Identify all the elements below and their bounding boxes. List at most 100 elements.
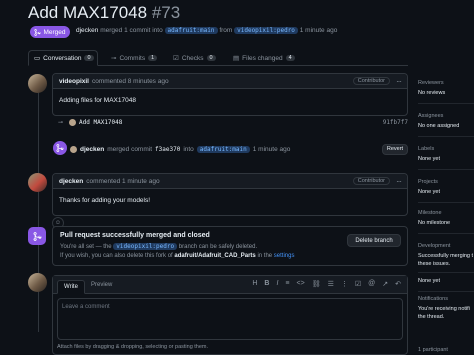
comment-meta: commented 8 minutes ago [91,77,169,85]
sidebar-reviewers[interactable]: Reviewers No reviews [418,80,474,104]
sidebar-heading: Milestone [418,210,442,216]
comment-card: videopixil commented 8 minutes ago Contr… [52,73,408,116]
sidebar-projects[interactable]: Projects None yet [418,179,474,203]
numbered-list-icon[interactable]: ⋮ [341,280,348,288]
commit-row: ⊸ Add MAX17048 91fb7f7 [58,116,408,128]
tab-conversation[interactable]: ▭ Conversation 0 [28,50,98,66]
comment-editor: Write Preview H B I ≡ <> ⛓ ☰ ⋮ ☑ @ ↗ ↶ L… [52,275,408,355]
status-label: Merged [43,28,66,36]
avatar[interactable] [28,74,47,93]
tab-label: Commits [119,54,146,62]
merged-box-line2: If you wish, you can also delete this fo… [60,253,294,259]
commit-message[interactable]: Add MAX17048 [79,119,122,126]
avatar[interactable] [28,173,47,192]
avatar[interactable] [28,273,47,292]
sidebar-milestone[interactable]: Milestone No milestone [418,210,474,234]
merge-icon [33,231,41,241]
status-badge: Merged [30,26,70,38]
commit-icon: ⊸ [111,55,117,62]
line2-text: If you wish, you can also delete this fo… [60,253,173,259]
sidebar-value: None yet [418,278,441,284]
bullet-list-icon[interactable]: ☰ [328,280,334,288]
settings-link[interactable]: settings [274,253,295,259]
sidebar-development[interactable]: Development Successfully merging t these… [418,243,474,273]
tab-checks[interactable]: ☑ Checks 0 [168,50,228,66]
merged-box-title: Pull request successfully merged and clo… [60,232,210,239]
merge-time: 1 minute ago [252,145,291,153]
sidebar-labels[interactable]: Labels None yet [418,146,474,170]
tab-files-changed[interactable]: ▤ Files changed 4 [228,50,318,66]
avatar[interactable] [69,118,77,126]
tab-preview[interactable]: Preview [91,282,112,288]
tab-commits[interactable]: ⊸ Commits 1 [106,50,166,66]
comment-author[interactable]: djecken [59,178,83,185]
tab-count: 4 [285,55,295,61]
pr-subtitle: djecken merged 1 commit into adafruit:ma… [76,27,337,34]
head-branch[interactable]: videopixil:pedro [234,27,298,34]
heading-icon[interactable]: H [252,280,257,288]
comment-body: Thanks for adding your models! [59,197,151,204]
sidebar-participants: 1 participant [418,347,474,355]
merged-box: Pull request successfully merged and clo… [52,226,408,266]
comment-meta: commented 1 minute ago [86,177,160,185]
base-branch[interactable]: adafruit:main [164,27,218,34]
undo-icon[interactable]: ↶ [395,280,401,288]
commit-sha[interactable]: 91fb7f7 [383,119,408,126]
pr-tabs: ▭ Conversation 0 ⊸ Commits 1 ☑ Checks 0 … [28,50,408,66]
italic-icon[interactable]: I [276,280,278,288]
comment-author[interactable]: videopixil [59,78,89,85]
reference-icon[interactable]: ↗ [382,280,388,288]
delete-branch-button[interactable]: Delete branch [347,234,401,247]
sidebar-value: None yet [418,189,441,195]
sidebar-value: No milestone [418,220,451,226]
role-badge: Contributor [352,177,390,185]
pr-title-text: Add MAX17048 [28,3,148,22]
revert-button[interactable]: Revert [382,143,408,155]
sidebar-notifications[interactable]: Notifications You're receiving notifi th… [418,296,474,326]
merge-sha[interactable]: f3ae370 [155,146,180,153]
tab-count: 0 [206,55,216,61]
line2-text-mid: in the [257,253,273,259]
tab-count: 0 [84,55,94,61]
merge-event: djecken merged commit f3ae370 into adafr… [70,143,408,155]
line1-text-end: branch can be safely deleted. [178,244,258,250]
sidebar-heading: 1 participant [418,347,448,353]
code-icon[interactable]: <> [297,280,305,288]
file-diff-icon: ▤ [233,55,240,62]
mention-icon[interactable]: @ [368,280,375,288]
merge-branch[interactable]: adafruit:main [196,145,250,153]
sidebar-assignees[interactable]: Assignees No one assigned [418,113,474,137]
sidebar-heading: Notifications [418,296,448,302]
role-badge: Contributor [352,77,390,85]
kebab-icon[interactable]: ··· [396,77,402,86]
tab-label: Checks [181,54,204,62]
tab-label: Conversation [43,54,82,62]
merge-author[interactable]: djecken [80,146,104,153]
avatar[interactable] [70,145,77,153]
task-list-icon[interactable]: ☑ [355,280,361,288]
comment-placeholder: Leave a comment [62,304,110,310]
comment-icon: ▭ [34,55,41,62]
checklist-icon: ☑ [173,55,179,62]
quote-icon[interactable]: ≡ [285,280,289,288]
pr-title: Add MAX17048 #73 [28,3,180,23]
sidebar-value: You're receiving notifi [418,306,470,312]
from-text: from [219,27,233,34]
sidebar-value: No one assigned [418,123,460,129]
pr-author-link[interactable]: djecken [76,27,98,34]
sidebar-value: the thread. [418,314,445,320]
pr-number: #73 [151,3,181,22]
branch-label[interactable]: videopixil:pedro [113,243,178,250]
attach-hint[interactable]: Attach files by dragging & dropping, sel… [57,344,403,354]
bold-icon[interactable]: B [264,280,269,288]
format-buttons: H B I ≡ <> ⛓ ☰ ⋮ ☑ @ ↗ ↶ [252,280,401,288]
tab-write[interactable]: Write [57,280,85,294]
comment-textarea[interactable]: Leave a comment [57,298,403,340]
kebab-icon[interactable]: ··· [396,177,402,186]
sidebar-value: Successfully merging t [418,253,474,259]
link-icon[interactable]: ⛓ [312,280,321,288]
sidebar-heading: Assignees [418,113,444,119]
comment-header: videopixil commented 8 minutes ago Contr… [53,74,407,89]
comment-card: djecken commented 1 minute ago Contribut… [52,173,408,216]
tab-count: 1 [148,55,158,61]
